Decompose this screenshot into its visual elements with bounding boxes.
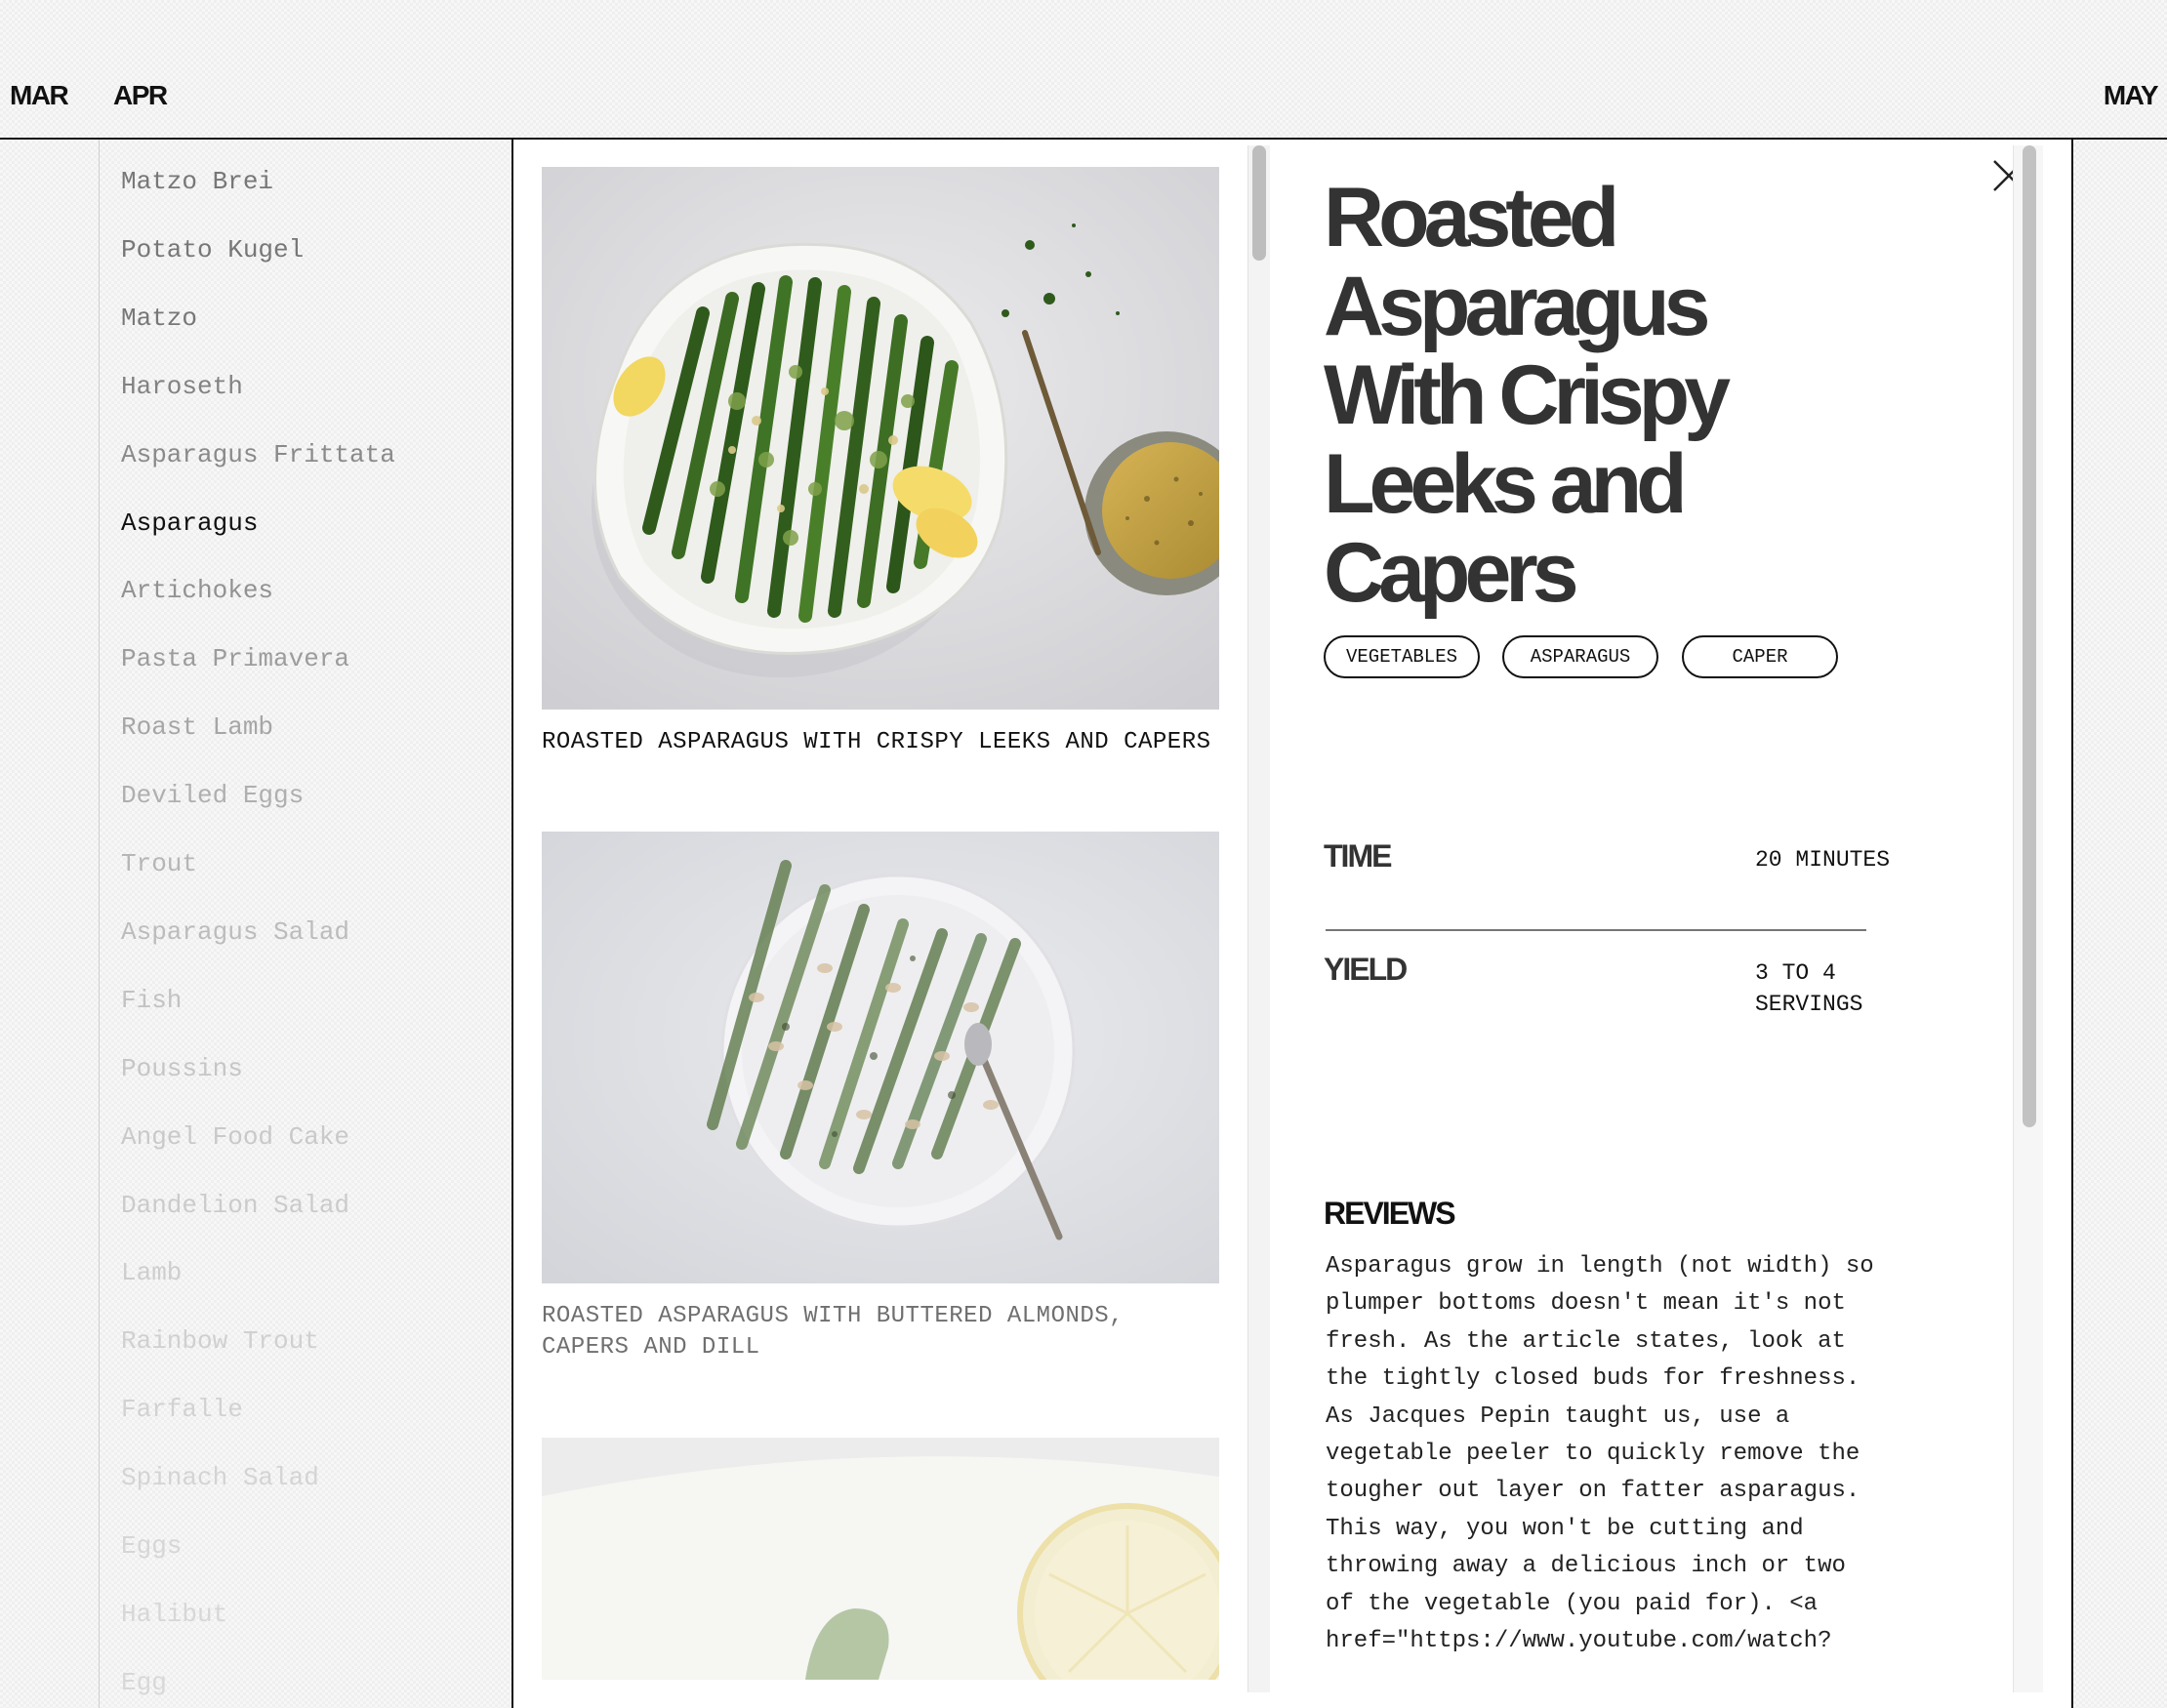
recipe-card[interactable]: ROASTED ASPARAGUS WITH BUTTERED ALMONDS,…	[542, 832, 1219, 1363]
sidebar-item[interactable]: Matzo Brei	[121, 167, 273, 196]
sidebar-item[interactable]: Spinach Salad	[121, 1463, 319, 1492]
asparagus-almonds-photo	[542, 832, 1219, 1283]
recipe-photo[interactable]	[542, 167, 1219, 710]
sidebar-item[interactable]: Poussins	[121, 1054, 243, 1083]
sidebar-item[interactable]: Angel Food Cake	[121, 1122, 349, 1152]
recipe-caption[interactable]: ROASTED ASPARAGUS WITH CRISPY LEEKS AND …	[542, 727, 1219, 758]
recipe-detail-panel: Roasted Asparagus With Crispy Leeks and …	[1277, 140, 2073, 1708]
recipe-caption[interactable]: ROASTED ASPARAGUS WITH BUTTERED ALMONDS,…	[542, 1301, 1219, 1363]
sidebar-item[interactable]: Lamb	[121, 1258, 182, 1287]
tag-asparagus[interactable]: ASPARAGUS	[1502, 635, 1658, 678]
month-link-apr[interactable]: APR	[113, 80, 168, 111]
recipe-list-scrollbar-thumb[interactable]	[1252, 145, 1266, 261]
month-link-mar[interactable]: MAR	[10, 80, 69, 111]
sidebar-item[interactable]: Artichokes	[121, 576, 273, 605]
recipe-photo[interactable]	[542, 1438, 1219, 1680]
time-label: TIME	[1324, 838, 1392, 874]
sidebar-item[interactable]: Trout	[121, 849, 197, 878]
sidebar-item[interactable]: Halibut	[121, 1600, 227, 1629]
sidebar-item[interactable]: Eggs	[121, 1531, 182, 1561]
sidebar-item[interactable]: Asparagus Frittata	[121, 440, 395, 469]
asparagus-lemon-photo	[542, 1438, 1219, 1680]
sidebar-item[interactable]: Asparagus Salad	[121, 917, 349, 947]
review-text: Asparagus grow in length (not width) so …	[1326, 1253, 1874, 1655]
sidebar-dish-list: Matzo Brei Potato Kugel Matzo Haroseth Aspar…	[99, 140, 512, 1708]
stats-divider	[1326, 929, 1866, 931]
tag-caper[interactable]: CAPER	[1682, 635, 1838, 678]
sidebar-item[interactable]: Asparagus	[121, 508, 258, 538]
recipe-card[interactable]: ROASTED ASPARAGUS WITH CRISPY LEEKS AND …	[542, 167, 1219, 758]
recipe-photo[interactable]	[542, 832, 1219, 1283]
recipe-list-scrollbar-track[interactable]	[1247, 145, 1270, 1692]
sidebar-item[interactable]: Egg	[121, 1668, 167, 1697]
sidebar-item[interactable]: Farfalle	[121, 1395, 243, 1424]
recipe-card-list: ROASTED ASPARAGUS WITH CRISPY LEEKS AND …	[511, 140, 1279, 1708]
time-value: 20 MINUTES	[1755, 847, 1891, 873]
tag-vegetables[interactable]: VEGETABLES	[1324, 635, 1480, 678]
recipe-title: Roasted Asparagus With Crispy Leeks and …	[1324, 171, 1731, 620]
list-bottom-edge	[513, 1682, 1277, 1708]
sidebar-item[interactable]: Fish	[121, 986, 182, 1015]
yield-value: 3 TO 4 SERVINGS	[1755, 960, 1863, 1017]
asparagus-leeks-photo	[542, 167, 1219, 710]
sidebar-item[interactable]: Potato Kugel	[121, 235, 304, 264]
detail-scrollbar-thumb[interactable]	[2023, 145, 2036, 1127]
reviews-heading: REVIEWS	[1324, 1196, 1456, 1231]
sidebar-item[interactable]: Roast Lamb	[121, 712, 273, 742]
recipe-card[interactable]	[542, 1438, 1219, 1680]
sidebar-item[interactable]: Matzo	[121, 304, 197, 333]
yield-label: YIELD	[1324, 952, 1408, 987]
sidebar-item[interactable]: Deviled Eggs	[121, 781, 304, 810]
sidebar-item[interactable]: Pasta Primavera	[121, 644, 349, 673]
sidebar-item[interactable]: Dandelion Salad	[121, 1191, 349, 1220]
sidebar-item[interactable]: Haroseth	[121, 372, 243, 401]
month-link-may[interactable]: MAY	[2104, 80, 2159, 111]
sidebar-item[interactable]: Rainbow Trout	[121, 1326, 319, 1356]
